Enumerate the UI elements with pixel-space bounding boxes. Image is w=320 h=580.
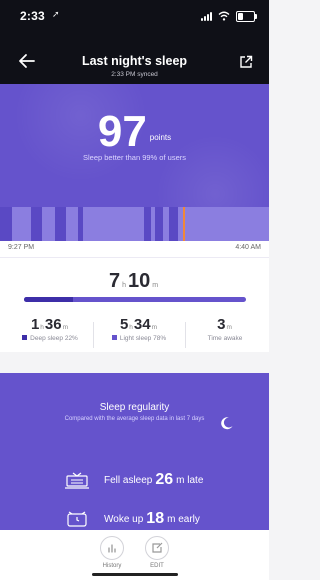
total-minutes: 10 bbox=[127, 270, 151, 292]
total-sleep: 7 h 10 m bbox=[0, 270, 269, 293]
edit-icon bbox=[152, 542, 163, 553]
score-value: 97 bbox=[97, 107, 147, 156]
sleep-regularity-card[interactable]: Sleep regularity Compared with the avera… bbox=[0, 373, 269, 530]
moon-icon bbox=[221, 417, 233, 430]
deep-sleep-label: Deep sleep 22% bbox=[30, 335, 78, 342]
deep-sleep-fill bbox=[24, 297, 73, 302]
page-title: Last night's sleep bbox=[81, 54, 188, 68]
woke-up-suffix: m early bbox=[167, 513, 200, 525]
woke-up-prefix: Woke up bbox=[104, 513, 144, 525]
sleep-score-panel: 97 points Sleep better than 99% of users bbox=[0, 84, 269, 241]
sleep-composition-bar bbox=[24, 297, 246, 302]
status-time: 2:33 bbox=[20, 9, 45, 23]
deep-sleep-segment bbox=[0, 207, 13, 241]
minutes-unit: m bbox=[152, 282, 159, 289]
deep-hours-unit: h bbox=[40, 324, 44, 331]
regularity-title: Sleep regularity bbox=[99, 402, 170, 413]
total-hours: 7 bbox=[108, 270, 121, 292]
deep-sleep-segment bbox=[78, 207, 84, 241]
fell-asleep-row: Fell asleep 26 m late bbox=[64, 470, 203, 490]
deep-sleep-segment bbox=[169, 207, 178, 241]
sleep-timeline[interactable] bbox=[0, 207, 269, 241]
deep-hours: 1 bbox=[30, 316, 40, 333]
light-legend-swatch bbox=[111, 335, 117, 340]
deep-minutes-unit: m bbox=[62, 324, 69, 331]
sleep-duration-card: 7 h 10 m 1h36m Deep sleep 22% 5h34m Light s… bbox=[0, 258, 269, 352]
awake-minutes: 3 bbox=[217, 316, 226, 333]
awake-stat: 3m Time awake bbox=[190, 316, 260, 342]
deep-legend-swatch bbox=[22, 335, 28, 340]
light-hours: 5 bbox=[119, 316, 129, 333]
sleep-screen: 2:33 ➚ Last night's sleep 2:33 PM synced bbox=[0, 0, 269, 580]
woke-up-value: 18 bbox=[146, 510, 165, 527]
light-minutes-unit: m bbox=[151, 324, 158, 331]
timeline-marker bbox=[182, 207, 185, 241]
signal-icon bbox=[201, 11, 212, 21]
deep-sleep-stat: 1h36m Deep sleep 22% bbox=[10, 316, 90, 342]
history-button[interactable]: History bbox=[92, 536, 132, 569]
fell-asleep-prefix: Fell asleep bbox=[104, 474, 153, 486]
deep-minutes: 36 bbox=[44, 316, 62, 333]
timeline-start-time: 9:27 PM bbox=[8, 244, 35, 251]
fell-asleep-suffix: m late bbox=[176, 474, 204, 486]
deep-sleep-segment bbox=[55, 207, 66, 241]
bar-chart-icon bbox=[108, 544, 116, 553]
hours-unit: h bbox=[122, 282, 126, 289]
score-description: Sleep better than 99% of users bbox=[83, 153, 186, 162]
header: 2:33 ➚ Last night's sleep 2:33 PM synced bbox=[0, 0, 269, 84]
bed-icon bbox=[65, 472, 89, 489]
history-label: History bbox=[102, 563, 122, 569]
home-indicator bbox=[92, 573, 178, 576]
edit-button[interactable]: EDIT bbox=[137, 536, 177, 569]
score-unit: points bbox=[149, 133, 172, 142]
status-bar: 2:33 ➚ bbox=[0, 0, 269, 30]
status-icons bbox=[201, 10, 257, 22]
sleep-stats: 1h36m Deep sleep 22% 5h34m Light sleep 7… bbox=[0, 316, 269, 352]
deep-sleep-segment bbox=[143, 207, 151, 241]
light-hours-unit: h bbox=[129, 324, 133, 331]
light-sleep-stat: 5h34m Light sleep 78% bbox=[96, 316, 182, 342]
sync-status: 2:33 PM synced bbox=[111, 71, 158, 78]
deep-sleep-segment bbox=[30, 207, 42, 241]
light-sleep-label: Light sleep 78% bbox=[119, 335, 167, 342]
alarm-clock-icon bbox=[67, 511, 87, 527]
location-icon: ➚ bbox=[52, 9, 60, 19]
timeline-end-time: 4:40 AM bbox=[235, 244, 261, 251]
awake-minutes-unit: m bbox=[226, 324, 232, 331]
share-icon[interactable] bbox=[239, 55, 253, 69]
wifi-icon bbox=[218, 11, 230, 21]
awake-label: Time awake bbox=[207, 335, 243, 342]
timeline-axis: 9:27 PM 4:40 AM bbox=[0, 241, 269, 258]
light-minutes: 34 bbox=[133, 316, 151, 333]
fell-asleep-value: 26 bbox=[155, 471, 174, 488]
battery-icon bbox=[236, 10, 257, 22]
sleep-score: 97 points bbox=[0, 110, 269, 154]
woke-up-row: Woke up 18 m early bbox=[64, 509, 200, 529]
edit-label: EDIT bbox=[150, 563, 164, 569]
deep-sleep-segment bbox=[154, 207, 163, 241]
